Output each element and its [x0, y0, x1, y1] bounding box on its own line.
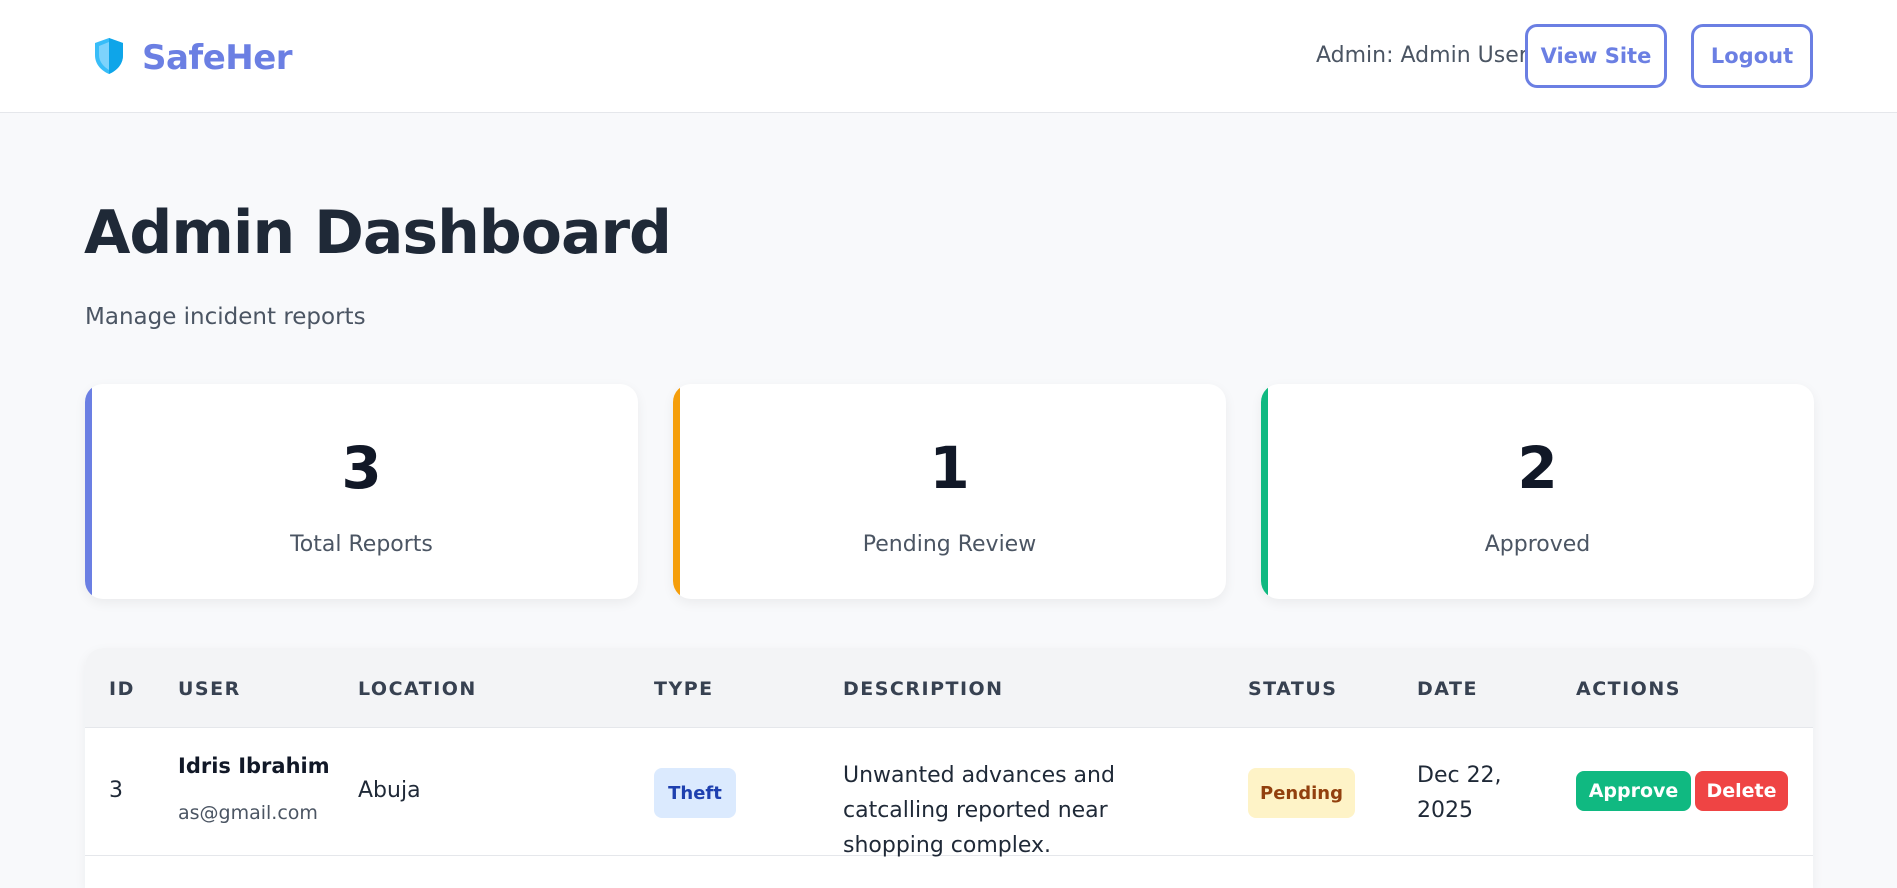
reports-table: ID USER LOCATION TYPE DESCRIPTION STATUS…	[85, 648, 1813, 888]
table-row: 3 Idris Ibrahim as@gmail.com Abuja Theft…	[85, 728, 1813, 858]
column-header-status: STATUS	[1248, 678, 1338, 700]
stat-card-pending-review: 1 Pending Review	[673, 384, 1226, 599]
approve-button[interactable]: Approve	[1576, 771, 1691, 811]
column-header-id: ID	[109, 678, 135, 700]
column-header-location: LOCATION	[358, 678, 477, 700]
column-header-type: TYPE	[654, 678, 714, 700]
stat-card-total-reports: 3 Total Reports	[85, 384, 638, 599]
page-subtitle: Manage incident reports	[85, 304, 366, 330]
report-date: Dec 22, 2025	[1417, 763, 1502, 823]
brand-logo[interactable]: SafeHer	[92, 36, 293, 80]
stat-card-approved: 2 Approved	[1261, 384, 1814, 599]
table-header: ID USER LOCATION TYPE DESCRIPTION STATUS…	[85, 648, 1813, 728]
type-badge: Theft	[654, 768, 736, 818]
column-header-date: DATE	[1417, 678, 1478, 700]
stat-label: Approved	[1484, 532, 1591, 557]
user-email: as@gmail.com	[178, 802, 318, 824]
view-site-button[interactable]: View Site	[1525, 24, 1667, 88]
column-header-user: USER	[178, 678, 241, 700]
stat-value: 2	[1517, 434, 1558, 502]
page-title: Admin Dashboard	[84, 198, 672, 268]
logout-button[interactable]: Logout	[1691, 24, 1813, 88]
column-header-actions: ACTIONS	[1576, 678, 1681, 700]
status-badge: Pending	[1248, 768, 1355, 818]
report-id: 3	[109, 778, 123, 803]
column-header-description: DESCRIPTION	[843, 678, 1004, 700]
top-navbar: SafeHer Admin: Admin User View Site Logo…	[0, 0, 1897, 113]
report-location: Abuja	[358, 778, 421, 803]
delete-button[interactable]: Delete	[1695, 771, 1788, 811]
brand-name: SafeHer	[142, 38, 293, 78]
user-name: Idris Ibrahim	[178, 754, 330, 778]
report-description: Unwanted advances and catcalling reporte…	[843, 763, 1115, 858]
stat-value: 1	[929, 434, 970, 502]
stat-value: 3	[341, 434, 382, 502]
stat-label: Pending Review	[862, 532, 1037, 557]
shield-icon	[92, 36, 126, 80]
admin-user-label: Admin: Admin User	[1316, 43, 1528, 68]
stat-label: Total Reports	[290, 532, 433, 557]
